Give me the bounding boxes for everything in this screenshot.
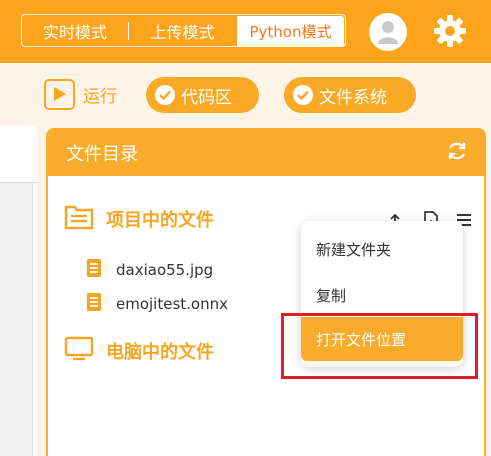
file-item[interactable]: daxiao55.jpg xyxy=(86,258,213,282)
computer-files-section[interactable]: 电脑中的文件 xyxy=(64,336,214,366)
refresh-icon[interactable] xyxy=(446,140,468,166)
folder-icon xyxy=(64,204,94,234)
run-button[interactable]: 运行 xyxy=(44,77,117,111)
menu-item-copy[interactable]: 复制 xyxy=(301,273,463,317)
code-area-button[interactable]: 代码区 xyxy=(146,77,259,113)
mode-switcher: 实时模式 上传模式 Python模式 xyxy=(21,14,346,47)
check-icon xyxy=(293,85,313,105)
mode-upload-tab[interactable]: 上传模式 xyxy=(128,15,237,46)
play-icon xyxy=(44,78,75,110)
gear-icon[interactable] xyxy=(430,11,470,51)
computer-files-label: 电脑中的文件 xyxy=(106,342,214,363)
highlight-annotation xyxy=(281,313,478,379)
project-files-label: 项目中的文件 xyxy=(106,210,214,231)
file-name: emojitest.onnx xyxy=(116,295,228,313)
user-avatar-icon[interactable] xyxy=(369,13,407,51)
panel-header: 文件目录 xyxy=(48,130,484,176)
file-item[interactable]: emojitest.onnx xyxy=(86,292,228,316)
mode-python-tab[interactable]: Python模式 xyxy=(237,16,344,46)
mode-realtime-tab[interactable]: 实时模式 xyxy=(22,15,128,46)
mode-divider xyxy=(128,22,129,40)
panel-title: 文件目录 xyxy=(66,144,138,165)
run-label: 运行 xyxy=(83,86,117,107)
editor-area[interactable] xyxy=(0,183,33,456)
menu-item-new-folder[interactable]: 新建文件夹 xyxy=(301,227,463,271)
top-bar: 实时模式 上传模式 Python模式 xyxy=(0,0,491,63)
code-editor-panel xyxy=(0,126,38,456)
check-icon xyxy=(155,85,175,105)
file-icon xyxy=(86,258,102,282)
project-files-section[interactable]: 项目中的文件 xyxy=(64,204,214,234)
file-name: daxiao55.jpg xyxy=(116,261,214,279)
monitor-icon xyxy=(64,336,94,366)
code-area-label: 代码区 xyxy=(181,87,232,108)
file-system-button[interactable]: 文件系统 xyxy=(284,77,416,113)
file-icon xyxy=(86,292,102,316)
file-system-label: 文件系统 xyxy=(319,87,387,108)
